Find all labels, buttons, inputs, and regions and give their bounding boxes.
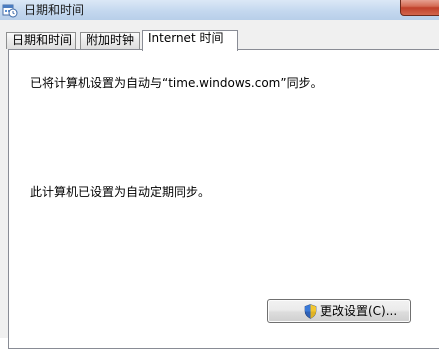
title-bar[interactable]: 日期和时间 (0, 0, 439, 20)
sync-server-text: 已将计算机设置为自动与“time.windows.com”同步。 (30, 76, 323, 90)
tab-date-time[interactable]: 日期和时间 (6, 32, 76, 49)
close-button[interactable] (400, 0, 439, 16)
tab-additional-clocks[interactable]: 附加时钟 (80, 32, 140, 49)
change-settings-button[interactable]: 更改设置(C)... (267, 299, 411, 323)
sync-schedule-text: 此计算机已设置为自动定期同步。 (30, 185, 211, 199)
uac-shield-icon (304, 304, 317, 319)
tab-internet-time[interactable]: Internet 时间 (142, 30, 238, 51)
window-title: 日期和时间 (24, 3, 85, 17)
change-settings-label: 更改设置(C)... (320, 304, 398, 318)
date-time-icon (2, 4, 18, 18)
date-time-dialog: 日期和时间 日期和时间 附加时钟 Internet 时间 已将计算机设置为自动与… (0, 0, 439, 349)
